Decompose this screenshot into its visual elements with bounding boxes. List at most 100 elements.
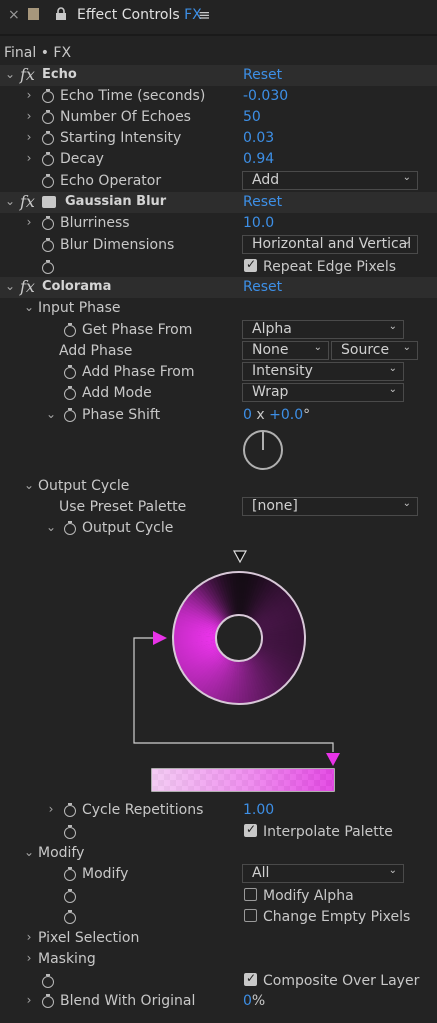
reset-button[interactable]: Reset (243, 279, 282, 295)
group-input-phase[interactable]: ⌄ Input Phase (0, 298, 437, 319)
param-value[interactable]: -0.030 (243, 88, 288, 104)
chevron-down-icon: ⌄ (388, 384, 397, 395)
effect-gaussian-blur-header[interactable]: ⌄ fx Gaussian Blur Reset (0, 192, 437, 213)
add-phase-layer-dropdown[interactable]: None ⌄ (242, 341, 329, 360)
degree-unit: ° (303, 407, 311, 423)
expand-caret-icon[interactable]: › (23, 151, 35, 165)
stopwatch-icon[interactable] (64, 521, 76, 535)
collapse-caret-icon[interactable]: ⌄ (45, 407, 57, 421)
param-label: Phase Shift (82, 407, 161, 423)
stopwatch-icon[interactable] (64, 323, 76, 337)
stopwatch-icon[interactable] (42, 89, 54, 103)
modify-alpha-checkbox[interactable] (244, 888, 257, 901)
param-value[interactable]: 0 (243, 993, 252, 1009)
group-masking[interactable]: › Masking (0, 949, 437, 970)
param-value[interactable]: 50 (243, 109, 261, 125)
stopwatch-icon[interactable] (42, 131, 54, 145)
close-icon[interactable]: × (8, 7, 20, 23)
fx-toggle-icon[interactable]: fx (20, 277, 35, 296)
stopwatch-icon[interactable] (64, 408, 76, 422)
stopwatch-icon[interactable] (64, 803, 76, 817)
collapse-caret-icon[interactable]: ⌄ (45, 520, 57, 534)
group-label: Pixel Selection (38, 930, 140, 946)
effect-name: Gaussian Blur (65, 194, 167, 209)
group-modify[interactable]: ⌄ Modify (0, 843, 437, 864)
phase-shift-dial[interactable] (242, 429, 284, 471)
expand-caret-icon[interactable]: › (23, 215, 35, 229)
fx-toggle-icon[interactable]: fx (20, 192, 35, 211)
stopwatch-icon[interactable] (64, 386, 76, 400)
expand-caret-icon[interactable]: › (23, 130, 35, 144)
effect-colorama-header[interactable]: ⌄ fx Colorama Reset (0, 277, 437, 298)
preset-palette-dropdown[interactable]: [none] ⌄ (242, 497, 418, 516)
panel-color-swatch (28, 8, 39, 20)
panel-title[interactable]: Effect Controls FX (77, 7, 202, 23)
fx-toggle-icon[interactable]: fx (20, 65, 35, 84)
chevron-down-icon: ⌄ (313, 342, 322, 353)
param-value[interactable]: 1.00 (243, 802, 274, 818)
stopwatch-icon[interactable] (42, 174, 54, 188)
phase-shift-value[interactable]: 0 x +0.0° (243, 407, 310, 423)
reset-button[interactable]: Reset (243, 194, 282, 210)
blend-value[interactable]: 0% (243, 993, 265, 1009)
add-phase-source-dropdown[interactable]: Source ⌄ (331, 341, 418, 360)
collapse-caret-icon[interactable]: ⌄ (4, 279, 16, 293)
output-cycle-wheel[interactable] (128, 546, 348, 796)
revolutions-value[interactable]: 0 (243, 407, 252, 423)
add-mode-dropdown[interactable]: Wrap ⌄ (242, 383, 404, 402)
param-add-phase: Add Phase None ⌄ Source ⌄ (0, 341, 437, 362)
header-divider (0, 34, 437, 36)
lock-icon[interactable] (55, 7, 67, 21)
param-label: Modify (82, 866, 129, 882)
expand-caret-icon[interactable]: › (23, 993, 35, 1007)
group-pixel-selection[interactable]: › Pixel Selection (0, 928, 437, 949)
composite-over-layer-checkbox[interactable] (244, 971, 257, 986)
param-decay: › Decay 0.94 (0, 149, 437, 170)
group-output-cycle[interactable]: ⌄ Output Cycle (0, 476, 437, 497)
stopwatch-icon[interactable] (64, 365, 76, 379)
collapse-caret-icon[interactable]: ⌄ (23, 478, 35, 492)
param-change-empty-pixels: Change Empty Pixels (0, 907, 437, 928)
reset-button[interactable]: Reset (243, 67, 282, 83)
modify-dropdown[interactable]: All ⌄ (242, 864, 404, 883)
add-phase-from-dropdown[interactable]: Intensity ⌄ (242, 362, 404, 381)
collapse-caret-icon[interactable]: ⌄ (4, 67, 16, 81)
panel-menu-icon[interactable]: ≡ (198, 6, 211, 24)
collapse-caret-icon[interactable]: ⌄ (23, 845, 35, 859)
expand-caret-icon[interactable]: › (23, 88, 35, 102)
expand-caret-icon[interactable]: › (23, 109, 35, 123)
stopwatch-icon[interactable] (42, 994, 54, 1008)
param-interpolate-palette: Interpolate Palette (0, 822, 437, 843)
stopwatch-icon[interactable] (42, 974, 54, 988)
param-label: Output Cycle (82, 520, 174, 536)
effect-echo-header[interactable]: ⌄ fx Echo Reset (0, 65, 437, 86)
change-empty-pixels-checkbox[interactable] (244, 909, 257, 922)
echo-operator-dropdown[interactable]: Add ⌄ (242, 171, 418, 190)
stopwatch-icon[interactable] (64, 825, 76, 839)
stopwatch-icon[interactable] (42, 152, 54, 166)
collapse-caret-icon[interactable]: ⌄ (23, 300, 35, 314)
stopwatch-icon[interactable] (42, 238, 54, 252)
interpolate-palette-checkbox[interactable] (244, 822, 257, 837)
param-value[interactable]: 0.94 (243, 151, 274, 167)
stopwatch-icon[interactable] (64, 889, 76, 903)
collapse-caret-icon[interactable]: ⌄ (4, 194, 16, 208)
expand-caret-icon[interactable]: › (23, 930, 35, 944)
stopwatch-icon[interactable] (42, 260, 54, 274)
param-value[interactable]: 10.0 (243, 215, 274, 231)
repeat-edge-checkbox[interactable] (244, 257, 257, 272)
param-label: Blur Dimensions (60, 237, 175, 253)
get-phase-dropdown[interactable]: Alpha ⌄ (242, 320, 404, 339)
expand-caret-icon[interactable]: › (23, 951, 35, 965)
stopwatch-icon[interactable] (64, 910, 76, 924)
expand-caret-icon[interactable]: › (45, 802, 57, 816)
degrees-value[interactable]: +0.0 (269, 407, 303, 423)
stopwatch-icon[interactable] (42, 110, 54, 124)
param-get-phase-from: Get Phase From Alpha ⌄ (0, 320, 437, 341)
dropdown-value: Add (252, 172, 280, 188)
stopwatch-icon[interactable] (64, 867, 76, 881)
stopwatch-icon[interactable] (42, 216, 54, 230)
revolutions-x: x (256, 407, 265, 423)
param-value[interactable]: 0.03 (243, 130, 274, 146)
blur-dimensions-dropdown[interactable]: Horizontal and Vertical ⌄ (242, 235, 418, 254)
